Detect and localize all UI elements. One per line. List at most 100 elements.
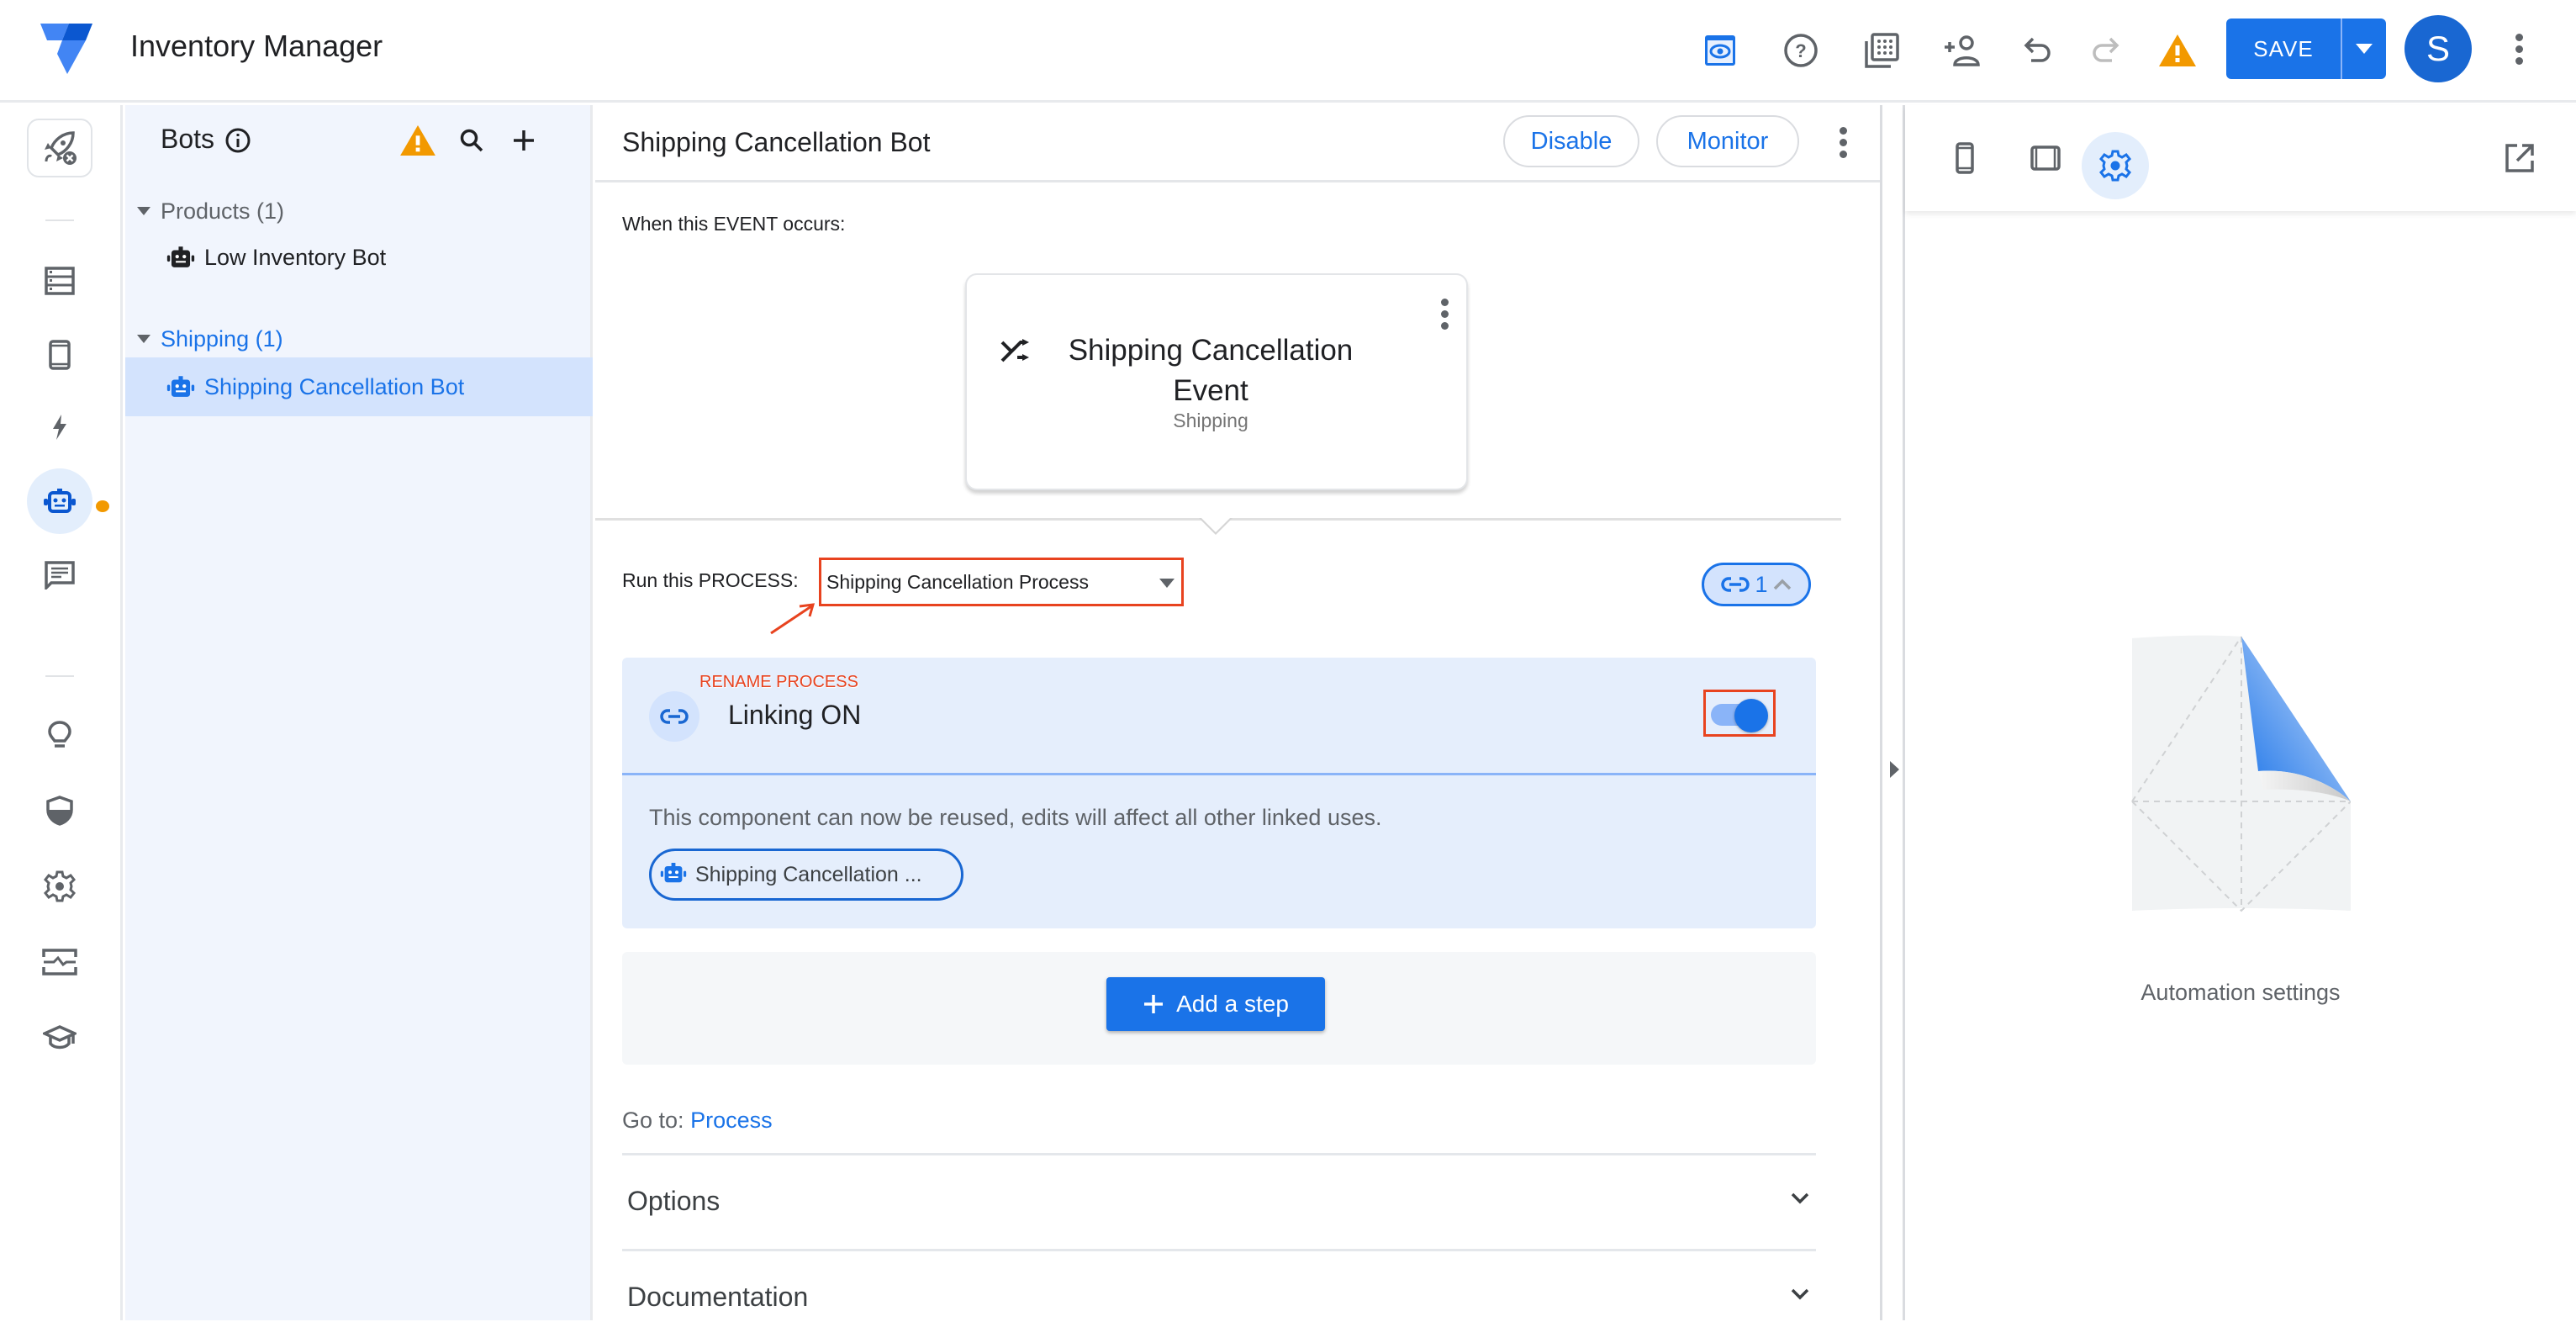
monitor-button[interactable]: Monitor xyxy=(1656,115,1799,167)
linking-panel: RENAME PROCESS Linking ON This component… xyxy=(622,658,1816,928)
info-icon[interactable] xyxy=(224,127,251,154)
save-button-group: SAVE xyxy=(2226,19,2386,79)
rocket-icon[interactable] xyxy=(27,119,92,177)
save-button[interactable]: SAVE xyxy=(2226,19,2341,79)
help-icon[interactable]: ? xyxy=(1781,30,1821,71)
appsheet-logo-icon xyxy=(40,24,92,74)
bot-icon[interactable] xyxy=(27,468,92,534)
mobile-preview-icon[interactable] xyxy=(1942,135,1987,181)
svg-text:?: ? xyxy=(1795,40,1806,61)
preview-icon[interactable] xyxy=(1700,30,1740,71)
add-bot-icon[interactable] xyxy=(504,120,544,161)
linked-bot-label: Shipping Cancellation ... xyxy=(695,862,922,886)
undo-icon[interactable] xyxy=(2018,30,2058,71)
monitor-icon[interactable] xyxy=(27,929,92,995)
actions-icon[interactable] xyxy=(27,394,92,460)
accordion-label: Documentation xyxy=(627,1282,809,1312)
empty-state-illustration xyxy=(2131,635,2351,912)
rail-divider xyxy=(45,219,74,221)
share-user-icon[interactable] xyxy=(1942,30,1982,71)
data-icon[interactable] xyxy=(27,248,92,314)
intelligence-icon[interactable] xyxy=(27,702,92,768)
event-section-label: When this EVENT occurs: xyxy=(622,213,846,235)
documentation-accordion[interactable]: Documentation xyxy=(622,1249,1816,1343)
add-step-button[interactable]: Add a step xyxy=(1106,977,1325,1031)
expand-panel-icon[interactable] xyxy=(1890,761,1899,778)
rename-process-annotation: RENAME PROCESS xyxy=(699,673,858,691)
shuffle-icon xyxy=(1000,339,1029,362)
goto-row: Go to: Process xyxy=(622,1108,773,1134)
linked-uses-button[interactable]: 1 xyxy=(1702,563,1811,606)
disable-button[interactable]: Disable xyxy=(1503,115,1639,167)
process-select[interactable]: Shipping Cancellation Process xyxy=(819,558,1184,606)
editor-header: Shipping Cancellation Bot Disable Monito… xyxy=(595,105,1880,182)
annotation-arrow-icon xyxy=(770,603,816,635)
linking-title: Linking ON xyxy=(728,700,862,730)
user-avatar[interactable]: S xyxy=(2404,15,2472,82)
tree-group-shipping[interactable]: Shipping (1) xyxy=(125,314,593,364)
goto-process-link[interactable]: Process xyxy=(690,1108,773,1133)
bot-icon xyxy=(166,242,196,272)
tree-item-low-inventory-bot[interactable]: Low Inventory Bot xyxy=(125,228,593,287)
add-step-panel: Add a step xyxy=(622,952,1816,1065)
options-accordion[interactable]: Options xyxy=(622,1153,1816,1247)
empty-state-label: Automation settings xyxy=(2141,980,2341,1005)
bot-icon xyxy=(166,372,196,402)
rail-divider xyxy=(45,675,74,677)
linking-toggle[interactable] xyxy=(1703,690,1776,737)
bots-panel: Bots Products (1) Low Inventory Bot Ship… xyxy=(125,105,593,1320)
add-step-label: Add a step xyxy=(1176,991,1289,1017)
tree-item-shipping-cancellation-bot[interactable]: Shipping Cancellation Bot xyxy=(125,357,593,416)
more-options-icon[interactable] xyxy=(2502,25,2536,72)
event-card[interactable]: Shipping Cancellation Event Shipping xyxy=(965,273,1468,490)
bot-more-options-icon[interactable] xyxy=(1826,119,1860,166)
event-table: Shipping xyxy=(1173,410,1248,431)
chevron-down-icon xyxy=(1791,1192,1809,1204)
settings-icon[interactable] xyxy=(27,854,92,919)
app-icon[interactable] xyxy=(27,322,92,388)
app-title: Inventory Manager xyxy=(130,29,383,63)
security-icon[interactable] xyxy=(27,778,92,843)
search-icon[interactable] xyxy=(451,120,492,161)
navigation-rail xyxy=(0,105,123,1320)
redo-icon[interactable] xyxy=(2085,30,2125,71)
linked-uses-count: 1 xyxy=(1755,571,1768,597)
open-in-new-icon[interactable] xyxy=(2497,135,2542,181)
goto-prefix: Go to: xyxy=(622,1108,684,1133)
event-name: Shipping Cancellation Event xyxy=(1068,334,1354,407)
tree-group-label: Shipping (1) xyxy=(161,325,283,352)
bot-title: Shipping Cancellation Bot xyxy=(622,127,931,157)
save-options-button[interactable] xyxy=(2341,19,2386,79)
bot-icon xyxy=(660,861,687,889)
bots-title: Bots xyxy=(161,124,215,154)
warning-icon[interactable] xyxy=(398,120,438,161)
process-select-value: Shipping Cancellation Process xyxy=(826,570,1089,593)
event-more-options-icon[interactable] xyxy=(1428,290,1461,337)
panel-splitter[interactable] xyxy=(1880,105,1905,1320)
caret-down-icon xyxy=(2356,44,2373,54)
linking-description: This component can now be reused, edits … xyxy=(649,805,1382,830)
tree-item-label: Low Inventory Bot xyxy=(204,244,387,270)
top-bar: Inventory Manager ? SAVE S xyxy=(0,0,2576,103)
messages-icon[interactable] xyxy=(27,542,92,608)
learn-icon[interactable] xyxy=(27,1005,92,1071)
process-label: Run this PROCESS: xyxy=(622,569,799,591)
tablet-preview-icon[interactable] xyxy=(2023,135,2068,181)
caret-down-icon xyxy=(137,207,150,215)
settings-icon[interactable] xyxy=(2082,132,2149,199)
caret-down-icon xyxy=(137,335,150,343)
tree-group-label: Products (1) xyxy=(161,198,285,224)
link-icon xyxy=(1721,577,1750,592)
chevron-down-icon xyxy=(1791,1288,1809,1300)
linking-header: RENAME PROCESS Linking ON xyxy=(622,658,1816,775)
bot-notification-badge xyxy=(96,500,109,512)
plus-icon xyxy=(1144,995,1164,1013)
gallery-icon[interactable] xyxy=(1861,30,1902,71)
warning-icon[interactable] xyxy=(2157,30,2198,71)
linked-bot-chip[interactable]: Shipping Cancellation ... xyxy=(649,849,963,901)
settings-panel: Automation settings xyxy=(1905,105,2576,1320)
link-icon xyxy=(649,691,699,742)
bot-editor: Shipping Cancellation Bot Disable Monito… xyxy=(595,105,1880,1320)
divider-notch-inner xyxy=(1201,518,1230,532)
caret-down-icon xyxy=(1159,579,1175,588)
